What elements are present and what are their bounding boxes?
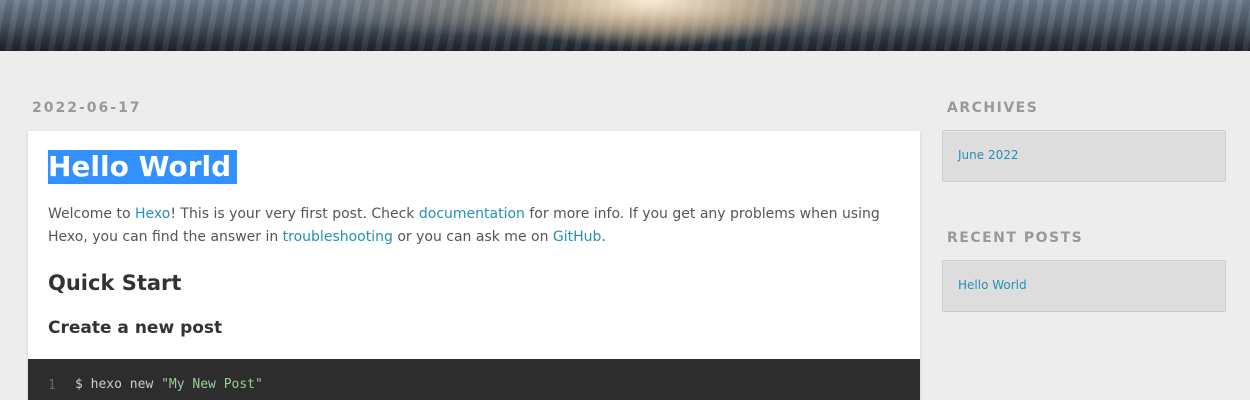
intro-text-4: or you can ask me on xyxy=(392,229,553,245)
code-command: $ hexo new xyxy=(75,377,162,392)
code-string: "My New Post" xyxy=(161,377,263,392)
header-banner xyxy=(0,0,1250,51)
archives-widget: June 2022 xyxy=(942,130,1226,182)
code-line: $ hexo new "My New Post" xyxy=(75,377,263,392)
intro-text-5: . xyxy=(601,229,606,245)
post-date[interactable]: 2022-06-17 xyxy=(32,100,142,116)
post-intro: Welcome to Hexo! This is your very first… xyxy=(48,203,908,249)
quick-start-heading: Quick Start xyxy=(48,271,182,295)
recent-posts-title: RECENT POSTS xyxy=(947,230,1084,246)
recent-post-link-hello-world[interactable]: Hello World xyxy=(958,278,1027,292)
hexo-link[interactable]: Hexo xyxy=(135,206,170,222)
archive-link-june-2022[interactable]: June 2022 xyxy=(958,148,1019,162)
intro-text-1: Welcome to xyxy=(48,206,135,222)
documentation-link[interactable]: documentation xyxy=(419,206,525,222)
code-line-number: 1 xyxy=(48,378,56,393)
recent-posts-widget: Hello World xyxy=(942,260,1226,312)
github-link[interactable]: GitHub xyxy=(553,229,602,245)
post-title[interactable]: Hello World xyxy=(48,150,238,184)
article-card: Hello World Welcome to Hexo! This is you… xyxy=(28,131,920,400)
troubleshooting-link[interactable]: troubleshooting xyxy=(283,229,393,245)
code-block: 1 $ hexo new "My New Post" xyxy=(28,359,920,400)
create-post-heading: Create a new post xyxy=(48,318,223,338)
archives-title: ARCHIVES xyxy=(947,100,1039,116)
intro-text-2: ! This is your very first post. Check xyxy=(170,206,419,222)
